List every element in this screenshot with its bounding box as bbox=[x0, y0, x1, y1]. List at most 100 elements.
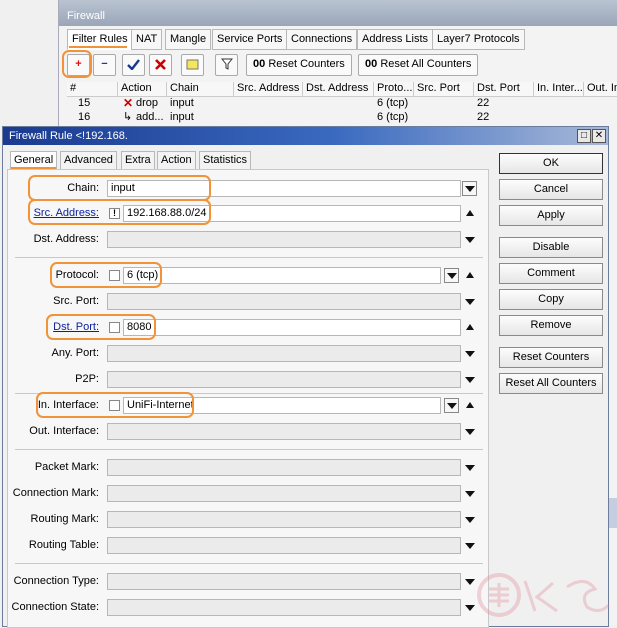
col-in-interface[interactable]: In. Inter... bbox=[534, 82, 584, 97]
filter-button[interactable] bbox=[215, 54, 238, 76]
separator bbox=[15, 563, 483, 564]
col-src-port[interactable]: Src. Port bbox=[414, 82, 474, 97]
drop-icon: ✕ bbox=[123, 96, 134, 110]
list-stripe bbox=[609, 498, 617, 528]
maximize-button[interactable]: □ bbox=[577, 129, 591, 143]
tab-address-lists[interactable]: Address Lists bbox=[357, 29, 434, 50]
col-protocol[interactable]: Proto... bbox=[374, 82, 414, 97]
add-to-list-icon: ↳ bbox=[123, 111, 133, 123]
dialog-titlebar[interactable]: Firewall Rule <!192.168. □ ✕ bbox=[3, 127, 608, 145]
expand-arrow-icon[interactable] bbox=[465, 377, 475, 383]
connection-state-label: Connection State: bbox=[11, 601, 99, 613]
tab-mangle[interactable]: Mangle bbox=[165, 29, 212, 50]
packet-mark-field[interactable] bbox=[107, 459, 461, 476]
col-chain[interactable]: Chain bbox=[167, 82, 234, 97]
col-src-address[interactable]: Src. Address bbox=[234, 82, 303, 97]
protocol-dropdown[interactable] bbox=[444, 268, 459, 283]
filter-icon bbox=[220, 58, 233, 70]
dst-address-label: Dst. Address: bbox=[33, 233, 99, 245]
in-interface-dropdown[interactable] bbox=[444, 398, 459, 413]
expand-arrow-icon[interactable] bbox=[465, 429, 475, 435]
expand-arrow-icon[interactable] bbox=[465, 517, 475, 523]
protocol-field[interactable]: 6 (tcp) bbox=[123, 267, 441, 284]
chain-highlight bbox=[28, 175, 211, 201]
dst-port-field[interactable]: 8080 bbox=[123, 319, 461, 336]
out-interface-field[interactable] bbox=[107, 423, 461, 440]
reset-counters-button[interactable]: Reset Counters bbox=[499, 347, 603, 368]
tab-action[interactable]: Action bbox=[157, 151, 196, 170]
comment-button[interactable] bbox=[181, 54, 204, 76]
remove-button[interactable]: Remove bbox=[499, 315, 603, 336]
remove-button[interactable]: − bbox=[93, 54, 116, 76]
reset-all-counters-button[interactable]: Reset All Counters bbox=[499, 373, 603, 394]
connection-type-field[interactable] bbox=[107, 573, 461, 590]
comment-button[interactable]: Comment bbox=[499, 263, 603, 284]
collapse-arrow-icon[interactable] bbox=[466, 210, 474, 216]
disable-button[interactable]: Disable bbox=[499, 237, 603, 258]
tab-service-ports[interactable]: Service Ports bbox=[212, 29, 288, 50]
expand-arrow-icon[interactable] bbox=[465, 351, 475, 357]
expand-arrow-icon[interactable] bbox=[465, 299, 475, 305]
tab-nat[interactable]: NAT bbox=[131, 29, 163, 50]
close-button[interactable]: ✕ bbox=[592, 129, 606, 143]
collapse-arrow-icon[interactable] bbox=[466, 324, 474, 330]
expand-arrow-icon[interactable] bbox=[465, 491, 475, 497]
tab-extra[interactable]: Extra bbox=[121, 151, 155, 170]
copy-button[interactable]: Copy bbox=[499, 289, 603, 310]
row-protocol: 6 (tcp) bbox=[377, 111, 409, 123]
row-chain: input bbox=[170, 111, 194, 123]
cancel-button[interactable]: Cancel bbox=[499, 179, 603, 200]
out-interface-label: Out. Interface: bbox=[29, 425, 99, 437]
tab-advanced[interactable]: Advanced bbox=[60, 151, 117, 170]
counter-icon: 00 bbox=[253, 58, 266, 70]
apply-button[interactable]: Apply bbox=[499, 205, 603, 226]
connection-state-field[interactable] bbox=[107, 599, 461, 616]
expand-arrow-icon[interactable] bbox=[465, 579, 475, 585]
row-dst-port: 22 bbox=[477, 111, 490, 123]
collapse-arrow-icon[interactable] bbox=[466, 272, 474, 278]
enable-button[interactable] bbox=[122, 54, 145, 76]
row-action: add... bbox=[136, 111, 164, 123]
tab-statistics[interactable]: Statistics bbox=[199, 151, 252, 170]
collapse-arrow-icon[interactable] bbox=[466, 402, 474, 408]
p2p-label: P2P: bbox=[75, 373, 99, 385]
connection-type-label: Connection Type: bbox=[13, 575, 99, 587]
expand-arrow-icon[interactable] bbox=[465, 605, 475, 611]
routing-table-field[interactable] bbox=[107, 537, 461, 554]
col-dst-address[interactable]: Dst. Address bbox=[303, 82, 374, 97]
dropdown-arrow-icon bbox=[447, 403, 457, 409]
chain-dropdown[interactable] bbox=[462, 181, 477, 196]
dst-address-field[interactable] bbox=[107, 231, 461, 248]
reset-counters-label: Reset Counters bbox=[268, 58, 345, 70]
maximize-icon: □ bbox=[580, 130, 588, 141]
expand-arrow-icon[interactable] bbox=[465, 465, 475, 471]
routing-table-label: Routing Table: bbox=[28, 539, 99, 551]
expand-arrow-icon[interactable] bbox=[465, 237, 475, 243]
expand-arrow-icon[interactable] bbox=[465, 543, 475, 549]
any-port-field[interactable] bbox=[107, 345, 461, 362]
p2p-field[interactable] bbox=[107, 371, 461, 388]
tab-connections[interactable]: Connections bbox=[286, 29, 358, 50]
separator bbox=[15, 449, 483, 450]
counter-icon: 00 bbox=[365, 58, 378, 70]
reset-all-counters-label: Reset All Counters bbox=[380, 58, 472, 70]
row-protocol: 6 (tcp) bbox=[377, 97, 409, 109]
disable-button[interactable] bbox=[149, 54, 172, 76]
col-out-interface[interactable]: Out. Int... bbox=[584, 82, 617, 97]
col-action[interactable]: Action bbox=[118, 82, 167, 97]
src-port-field[interactable] bbox=[107, 293, 461, 310]
table-row[interactable]: 15 ✕ drop input 6 (tcp) 22 bbox=[67, 97, 617, 110]
routing-mark-field[interactable] bbox=[107, 511, 461, 528]
connection-mark-field[interactable] bbox=[107, 485, 461, 502]
ok-button[interactable]: OK bbox=[499, 153, 603, 174]
separator bbox=[15, 257, 483, 258]
row-number: 15 bbox=[78, 97, 91, 109]
src-port-label: Src. Port: bbox=[53, 295, 99, 307]
table-row[interactable]: 16 ↳ add... input 6 (tcp) 22 bbox=[67, 111, 617, 124]
filter-rules-highlight bbox=[69, 46, 127, 48]
col-number[interactable]: # bbox=[67, 82, 118, 97]
reset-counters-button[interactable]: 00 Reset Counters bbox=[246, 54, 352, 76]
reset-all-counters-button[interactable]: 00 Reset All Counters bbox=[358, 54, 479, 76]
tab-layer7-protocols[interactable]: Layer7 Protocols bbox=[432, 29, 525, 50]
col-dst-port[interactable]: Dst. Port bbox=[474, 82, 534, 97]
